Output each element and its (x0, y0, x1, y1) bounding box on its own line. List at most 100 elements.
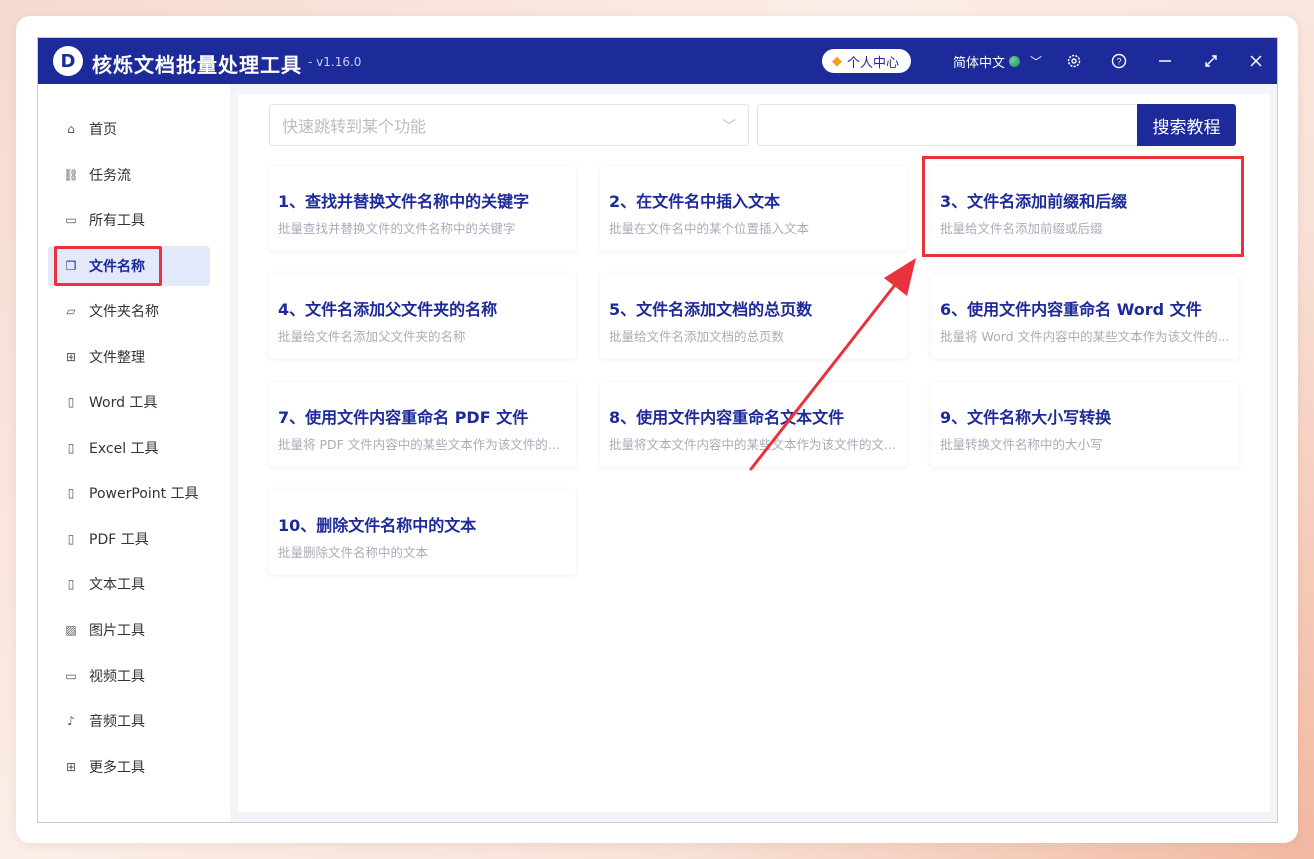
maximize-icon[interactable] (1200, 50, 1222, 72)
tool-card[interactable]: 5、文件名添加文档的总页数 批量给文件名添加文档的总页数 (600, 274, 907, 359)
sidebar-item-workflow[interactable]: ⛓ 任务流 (48, 155, 210, 195)
tool-card[interactable]: 3、文件名添加前缀和后缀 批量给文件名添加前缀或后缀 (931, 166, 1238, 251)
image-icon: ▨ (65, 623, 77, 637)
search-tutorial-button[interactable]: 搜索教程 (1137, 104, 1236, 146)
tool-card-desc: 批量给文件名添加文档的总页数 (609, 329, 785, 344)
tool-card-title: 6、使用文件内容重命名 Word 文件 (940, 300, 1202, 319)
tool-card-title: 8、使用文件内容重命名文本文件 (609, 408, 845, 427)
tool-card-title: 10、删除文件名称中的文本 (278, 516, 477, 535)
workflow-icon: ⛓ (63, 168, 79, 182)
sidebar-item-text[interactable]: ▯ 文本工具 (48, 564, 210, 604)
tool-card[interactable]: 1、查找并替换文件名称中的关键字 批量查找并替换文件的文件名称中的关键字 (269, 166, 576, 251)
app-logo: D (53, 46, 83, 76)
sidebar-item-pdf[interactable]: ▯ PDF 工具 (48, 519, 210, 559)
globe-icon (1009, 56, 1021, 67)
sidebar-item-file-organize[interactable]: ⊞ 文件整理 (48, 337, 210, 377)
tool-card-title: 4、文件名添加父文件夹的名称 (278, 300, 498, 319)
sidebar-item-label: 任务流 (89, 168, 131, 184)
sidebar-item-audio[interactable]: ♪ 音频工具 (48, 701, 210, 741)
home-icon: ⌂ (67, 122, 75, 136)
tool-card-desc: 批量转换文件名称中的大小写 (940, 437, 1103, 452)
tool-card-desc: 批量在文件名中的某个位置插入文本 (609, 221, 810, 236)
tool-card[interactable]: 4、文件名添加父文件夹的名称 批量给文件名添加父文件夹的名称 (269, 274, 576, 359)
folder-icon: ▱ (66, 304, 76, 318)
tool-card-desc: 批量将文本文件内容中的某些文本作为该文件的文... (609, 437, 896, 452)
tool-card-title: 1、查找并替换文件名称中的关键字 (278, 192, 530, 211)
tool-card-title: 2、在文件名中插入文本 (609, 192, 781, 211)
word-file-icon: ▯ (67, 395, 75, 409)
sidebar-item-label: PDF 工具 (89, 532, 149, 548)
sidebar-item-filename[interactable]: ❐ 文件名称 (48, 246, 210, 286)
sidebar-item-powerpoint[interactable]: ▯ PowerPoint 工具 (48, 473, 210, 513)
tool-card-desc: 批量给文件名添加父文件夹的名称 (278, 329, 466, 344)
sidebar-item-label: 所有工具 (89, 213, 145, 229)
tool-card[interactable]: 6、使用文件内容重命名 Word 文件 批量将 Word 文件内容中的某些文本作… (931, 274, 1238, 359)
sidebar-item-label: 图片工具 (89, 623, 145, 639)
tool-card-desc: 批量将 Word 文件内容中的某些文本作为该文件的... (940, 329, 1230, 344)
app-window: D 核烁文档批量处理工具 - v1.16.0 ◆ 个人中心 简体中文 ﹀ ? ⌂… (37, 37, 1278, 823)
tool-card[interactable]: 10、删除文件名称中的文本 批量删除文件名称中的文本 (269, 490, 576, 575)
organize-icon: ⊞ (65, 350, 77, 364)
tool-card[interactable]: 8、使用文件内容重命名文本文件 批量将文本文件内容中的某些文本作为该文件的文..… (600, 382, 907, 467)
tool-card-title: 3、文件名添加前缀和后缀 (940, 192, 1128, 211)
excel-file-icon: ▯ (67, 441, 75, 455)
tool-card-desc: 批量将 PDF 文件内容中的某些文本作为该文件的文... (278, 437, 570, 452)
video-icon: ▭ (65, 669, 77, 683)
tool-card[interactable]: 9、文件名称大小写转换 批量转换文件名称中的大小写 (931, 382, 1238, 467)
sidebar: ⌂ 首页 ⛓ 任务流 ▭ 所有工具 ❐ 文件名称 ▱ 文件夹名称 ⊞ 文件整理 … (38, 84, 230, 822)
sidebar-item-label: 文件夹名称 (89, 304, 159, 320)
tool-card-title: 9、文件名称大小写转换 (940, 408, 1112, 427)
tool-card-title: 7、使用文件内容重命名 PDF 文件 (278, 408, 529, 427)
sidebar-item-word[interactable]: ▯ Word 工具 (48, 382, 210, 422)
pdf-file-icon: ▯ (67, 532, 75, 546)
sidebar-item-folder-name[interactable]: ▱ 文件夹名称 (48, 291, 210, 331)
sidebar-item-label: 文件整理 (89, 350, 145, 366)
main-content: 快速跳转到某个功能 ﹀ 搜索教程 1、查找并替换文件名称中的关键字 批量查找并替… (238, 94, 1270, 812)
ppt-file-icon: ▯ (67, 486, 75, 500)
close-icon[interactable] (1245, 50, 1267, 72)
sidebar-item-all-tools[interactable]: ▭ 所有工具 (48, 200, 210, 240)
tool-card-desc: 批量删除文件名称中的文本 (278, 545, 429, 560)
sidebar-item-home[interactable]: ⌂ 首页 (48, 109, 210, 149)
language-label: 简体中文 (953, 56, 1006, 71)
grid-icon: ⊞ (65, 760, 77, 774)
user-center-button[interactable]: ◆ 个人中心 (822, 49, 912, 73)
sidebar-item-label: 视频工具 (89, 669, 145, 685)
tool-card-desc: 批量查找并替换文件的文件名称中的关键字 (278, 221, 516, 236)
diamond-icon: ◆ (832, 53, 842, 69)
title-bar: D 核烁文档批量处理工具 - v1.16.0 ◆ 个人中心 简体中文 ﹀ ? (38, 38, 1277, 84)
quick-jump-placeholder: 快速跳转到某个功能 (282, 117, 427, 136)
sidebar-item-label: Excel 工具 (89, 441, 159, 457)
sidebar-item-label: PowerPoint 工具 (89, 486, 199, 502)
help-icon[interactable]: ? (1108, 50, 1130, 72)
sidebar-item-label: Word 工具 (89, 395, 158, 411)
sidebar-item-video[interactable]: ▭ 视频工具 (48, 656, 210, 696)
settings-icon[interactable] (1063, 50, 1085, 72)
sidebar-item-image[interactable]: ▨ 图片工具 (48, 610, 210, 650)
user-center-label: 个人中心 (847, 55, 900, 71)
monitor-icon: ▭ (65, 213, 77, 227)
chevron-down-icon: ﹀ (1030, 55, 1043, 69)
tool-card[interactable]: 7、使用文件内容重命名 PDF 文件 批量将 PDF 文件内容中的某些文本作为该… (269, 382, 576, 467)
tool-card-desc: 批量给文件名添加前缀或后缀 (940, 221, 1103, 236)
text-file-icon: ▯ (67, 577, 75, 591)
microphone-icon: ♪ (67, 714, 75, 728)
sidebar-item-excel[interactable]: ▯ Excel 工具 (48, 428, 210, 468)
chevron-down-icon: ﹀ (722, 119, 736, 135)
svg-text:?: ? (1116, 57, 1121, 67)
sidebar-item-more[interactable]: ⊞ 更多工具 (48, 747, 210, 787)
sidebar-item-label: 文本工具 (89, 577, 145, 593)
search-input[interactable] (757, 104, 1138, 146)
app-version: - v1.16.0 (308, 55, 362, 69)
file-copy-icon: ❐ (65, 259, 77, 273)
sidebar-item-label: 文件名称 (89, 259, 145, 275)
sidebar-item-label: 音频工具 (89, 714, 145, 730)
quick-jump-select[interactable]: 快速跳转到某个功能 ﹀ (269, 104, 749, 146)
minimize-icon[interactable] (1154, 50, 1176, 72)
sidebar-item-label: 更多工具 (89, 760, 145, 776)
app-title: 核烁文档批量处理工具 (92, 53, 302, 77)
sidebar-item-label: 首页 (89, 122, 117, 138)
language-selector[interactable]: 简体中文 ﹀ (953, 52, 1042, 71)
tool-card-title: 5、文件名添加文档的总页数 (609, 300, 813, 319)
tool-card[interactable]: 2、在文件名中插入文本 批量在文件名中的某个位置插入文本 (600, 166, 907, 251)
